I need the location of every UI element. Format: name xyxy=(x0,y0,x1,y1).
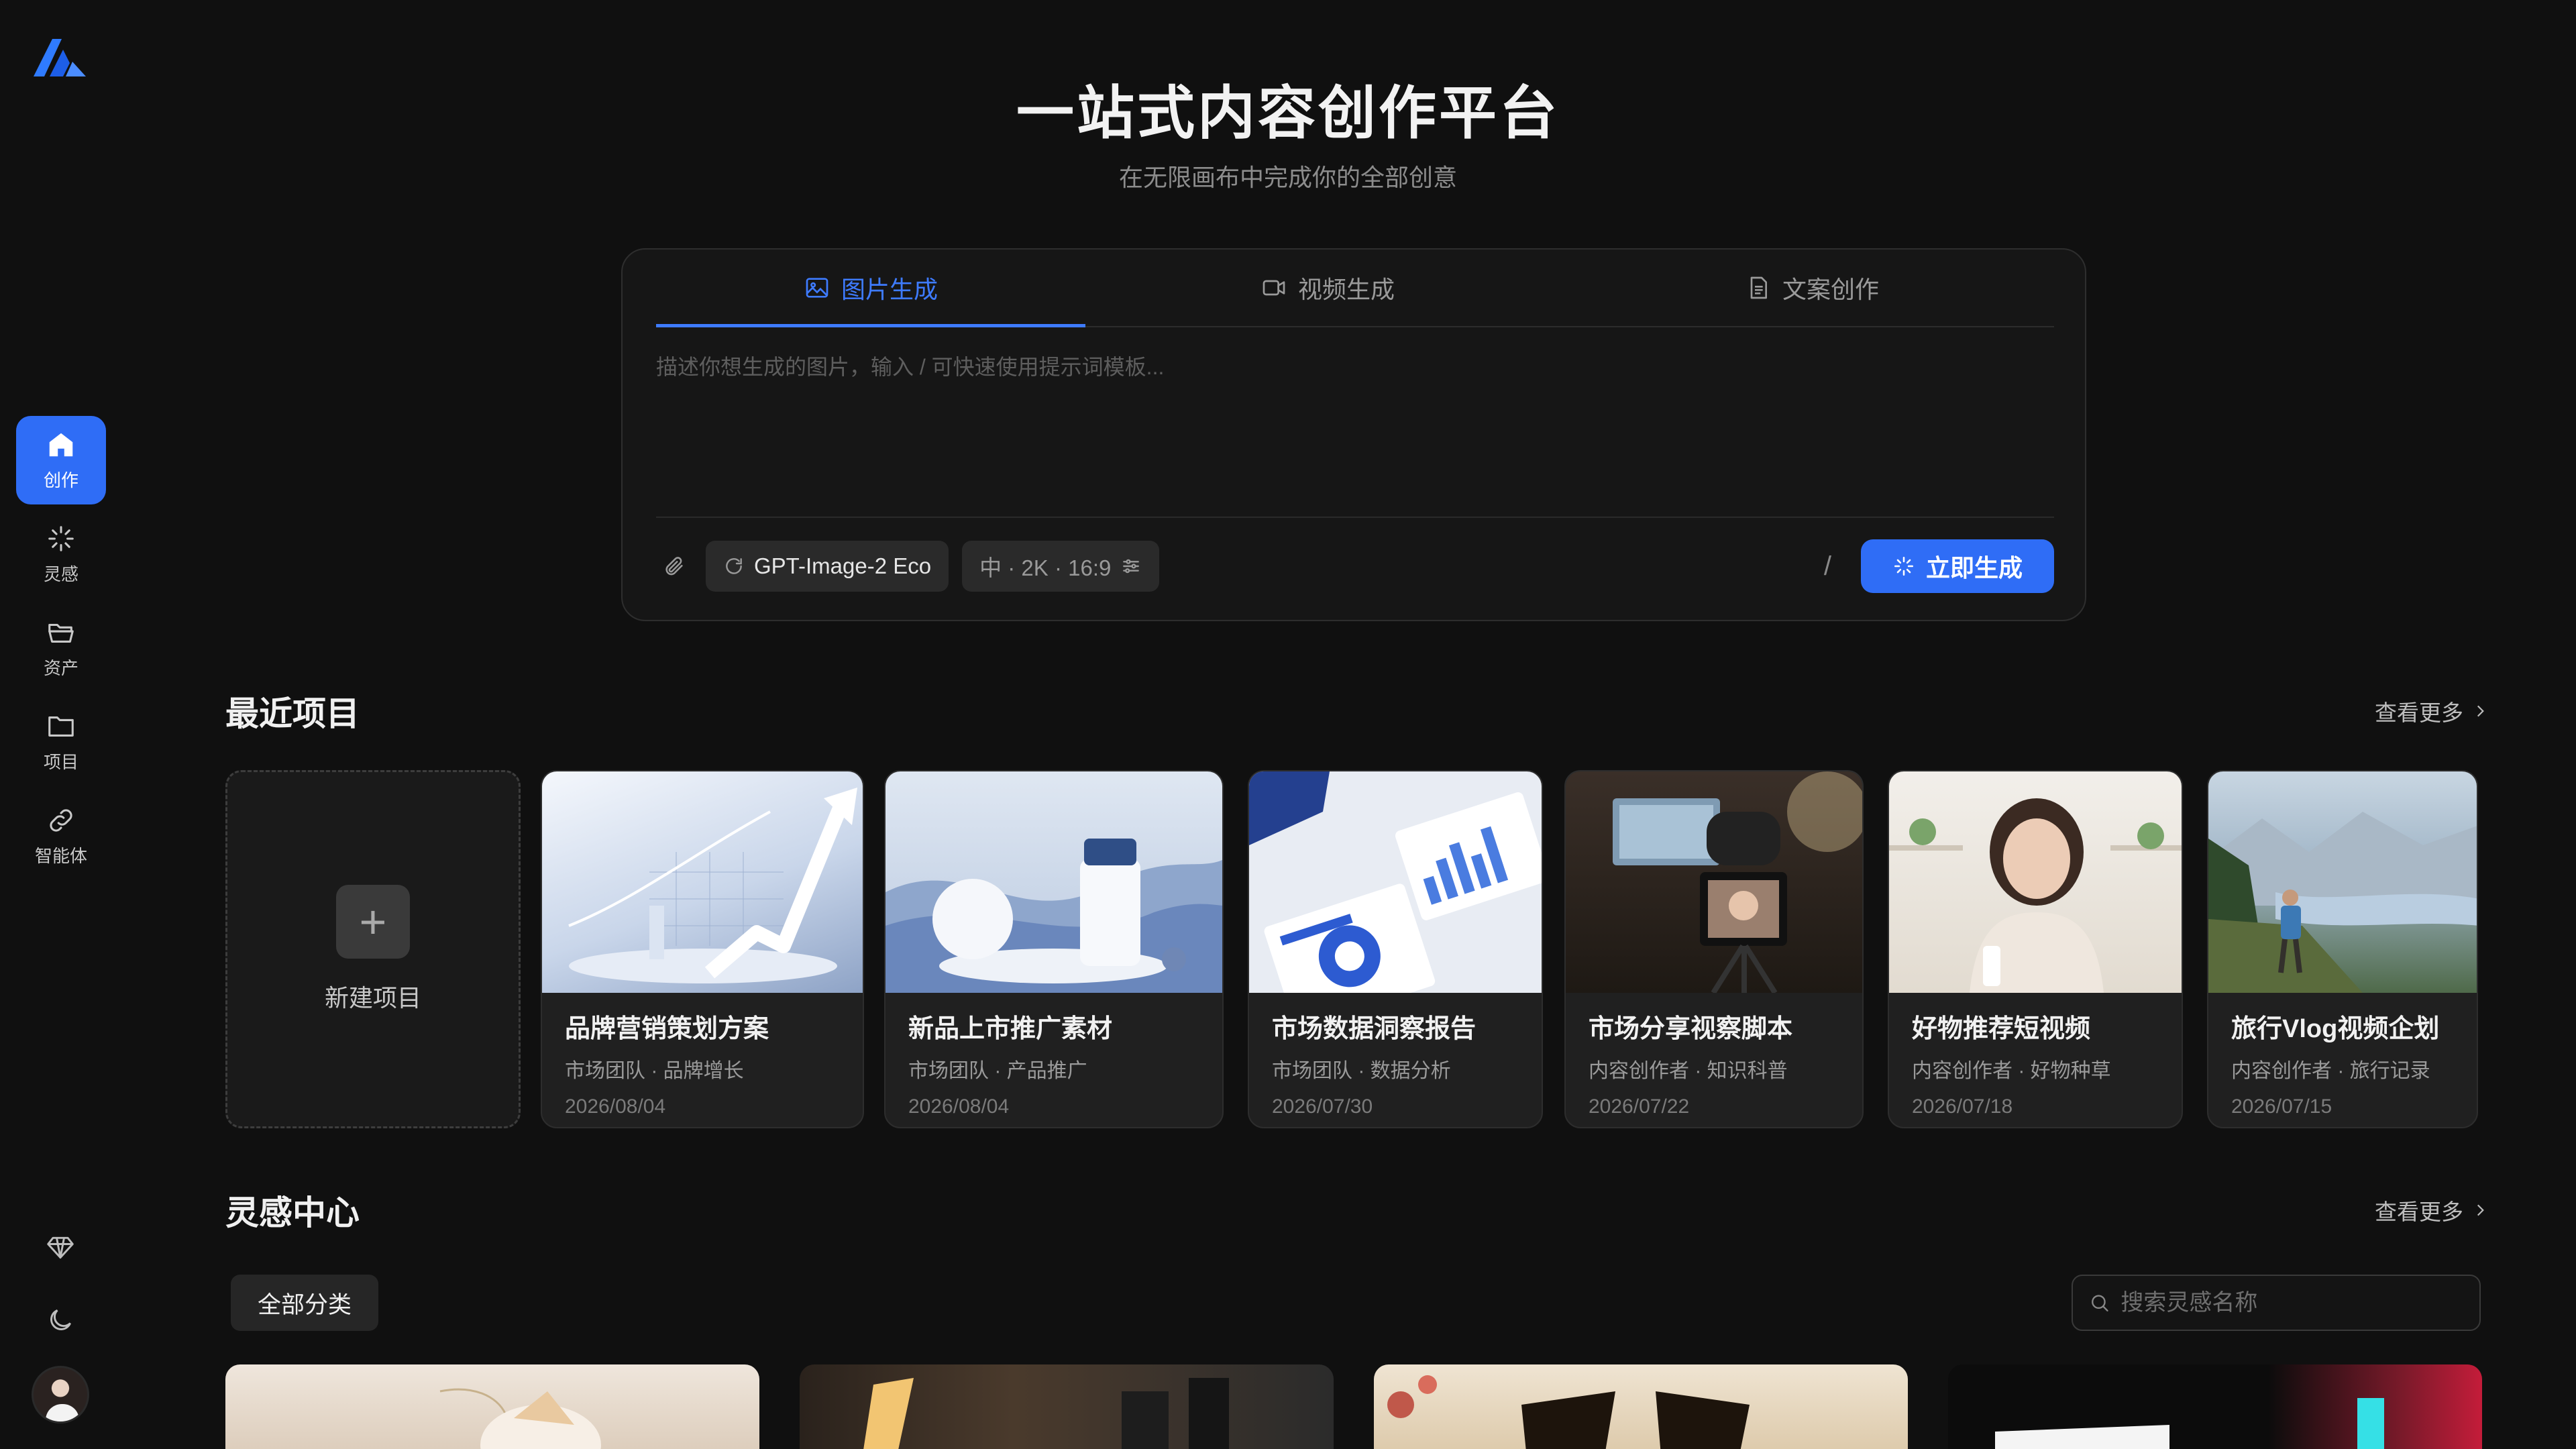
video-icon xyxy=(1263,280,1285,296)
project-thumbnail xyxy=(885,771,1222,993)
project-card[interactable]: 好物推荐短视频 内容创作者 · 好物种草 2026/07/18 xyxy=(1888,770,2183,1128)
project-card[interactable]: 旅行Vlog视频企划 内容创作者 · 旅行记录 2026/07/15 xyxy=(2207,770,2478,1128)
plus-icon: + xyxy=(336,885,410,959)
prompt-input[interactable] xyxy=(656,350,2054,498)
sidebar-nav: 创作 灵感 资产 项目 智能体 xyxy=(16,416,106,880)
sparkle-icon xyxy=(48,525,74,551)
project-date: 2026/07/18 xyxy=(1912,1095,2013,1118)
project-date: 2026/07/22 xyxy=(1589,1095,1690,1118)
project-card[interactable]: 品牌营销策划方案 市场团队 · 品牌增长 2026/08/04 xyxy=(541,770,864,1128)
project-thumbnail xyxy=(1889,771,2182,993)
recent-projects-title: 最近项目 xyxy=(225,695,360,733)
project-date: 2026/08/04 xyxy=(908,1095,1010,1118)
sidebar-item-create[interactable]: 创作 xyxy=(16,416,106,504)
sidebar-item-projects[interactable]: 项目 xyxy=(16,698,106,786)
project-meta: 内容创作者 · 好物种草 xyxy=(1912,1060,2111,1082)
project-thumbnail xyxy=(1566,771,1862,993)
project-thumbnail xyxy=(542,771,863,993)
project-title: 好物推荐短视频 xyxy=(1912,1015,2091,1043)
model-name: GPT-Image-2 Eco xyxy=(754,553,932,578)
project-date: 2026/07/15 xyxy=(2231,1095,2332,1118)
search-icon xyxy=(2092,1295,2108,1311)
diamond-icon xyxy=(47,1236,74,1259)
moon-icon xyxy=(50,1309,72,1330)
project-title: 旅行Vlog视频企划 xyxy=(2231,1015,2440,1043)
inspiration-card[interactable] xyxy=(1948,1364,2482,1449)
recent-see-more-link[interactable]: 查看更多 xyxy=(2375,695,2489,727)
project-card[interactable]: 市场分享视察脚本 内容创作者 · 知识科普 2026/07/22 xyxy=(1564,770,1864,1128)
paperclip-icon xyxy=(665,557,683,576)
project-title: 新品上市推广素材 xyxy=(908,1015,1113,1043)
inspiration-card[interactable] xyxy=(225,1364,759,1449)
link-icon xyxy=(50,808,72,832)
project-date: 2026/07/30 xyxy=(1272,1095,1373,1118)
attach-button[interactable] xyxy=(656,548,692,584)
sidebar-item-label: 资产 xyxy=(43,657,78,678)
tab-label: 图片生成 xyxy=(841,276,938,303)
tab-label: 文案创作 xyxy=(1782,276,1879,303)
project-date: 2026/08/04 xyxy=(565,1095,666,1118)
settings-summary: 中 · 2K · 16:9 xyxy=(979,555,1112,580)
generation-settings[interactable]: 中 · 2K · 16:9 xyxy=(962,541,1160,592)
project-card[interactable]: 新品上市推广素材 市场团队 · 产品推广 2026/08/04 xyxy=(884,770,1224,1128)
home-icon xyxy=(49,433,73,456)
project-title: 市场分享视察脚本 xyxy=(1589,1015,1793,1043)
tab-copywriting[interactable]: 文案创作 xyxy=(1570,250,2054,326)
theme-toggle-button[interactable] xyxy=(0,1305,121,1335)
new-project-label: 新建项目 xyxy=(324,984,421,1012)
generate-label: 立即生成 xyxy=(1925,554,2023,582)
avatar[interactable] xyxy=(32,1366,89,1424)
sidebar-item-label: 智能体 xyxy=(34,845,87,866)
sidebar-item-label: 灵感 xyxy=(43,564,78,584)
sidebar-item-inspiration[interactable]: 灵感 xyxy=(16,510,106,598)
sidebar-item-label: 项目 xyxy=(43,751,78,772)
see-more-label: 查看更多 xyxy=(2375,1199,2463,1224)
page-subtitle: 在无限画布中完成你的全部创意 xyxy=(1118,164,1457,191)
project-title: 品牌营销策划方案 xyxy=(565,1015,769,1043)
project-thumbnail xyxy=(2208,771,2477,993)
composer-panel: 图片生成 视频生成 文案创作 GPT-Image-2 Eco xyxy=(621,248,2086,621)
sidebar-item-assets[interactable]: 资产 xyxy=(16,604,106,692)
image-icon xyxy=(806,278,828,298)
project-title: 市场数据洞察报告 xyxy=(1272,1015,1477,1043)
chevron-right-icon xyxy=(2477,1204,2484,1216)
project-meta: 内容创作者 · 旅行记录 xyxy=(2231,1060,2430,1082)
refresh-icon xyxy=(726,558,742,574)
project-thumbnail xyxy=(1249,771,1542,993)
project-meta: 内容创作者 · 知识科普 xyxy=(1589,1060,1788,1082)
model-selector[interactable]: GPT-Image-2 Eco xyxy=(706,541,949,592)
tab-image-generation[interactable]: 图片生成 xyxy=(656,250,1085,327)
tab-video-generation[interactable]: 视频生成 xyxy=(1085,250,1570,326)
sliders-icon xyxy=(1123,559,1140,574)
sidebar-item-agents[interactable]: 智能体 xyxy=(16,792,106,880)
composer-divider xyxy=(656,517,2054,518)
generate-button[interactable]: 立即生成 xyxy=(1861,539,2054,593)
sparkle-icon xyxy=(1894,556,1914,576)
folder-icon xyxy=(48,716,74,737)
category-filter-all[interactable]: 全部分类 xyxy=(231,1275,379,1331)
project-meta: 市场团队 · 数据分析 xyxy=(1272,1060,1451,1082)
project-meta: 市场团队 · 品牌增长 xyxy=(565,1060,744,1082)
inspiration-card[interactable] xyxy=(800,1364,1334,1449)
sidebar-item-label: 创作 xyxy=(43,470,78,490)
see-more-label: 查看更多 xyxy=(2375,700,2463,725)
upgrade-button[interactable] xyxy=(0,1233,121,1263)
search-input[interactable] xyxy=(2121,1289,2463,1316)
composer-tabs: 图片生成 视频生成 文案创作 xyxy=(656,250,2054,327)
page-title: 一站式内容创作平台 xyxy=(1016,81,1560,146)
sidebar: 创作 灵感 资产 项目 智能体 xyxy=(0,0,121,1449)
chevron-right-icon xyxy=(2477,705,2484,717)
slash-hint: / xyxy=(1823,551,1831,581)
inspiration-card[interactable] xyxy=(1374,1364,1908,1449)
inspiration-search[interactable] xyxy=(2072,1275,2481,1331)
inspiration-title: 灵感中心 xyxy=(225,1194,360,1232)
composer-toolbar: GPT-Image-2 Eco 中 · 2K · 16:9 / 立即生成 xyxy=(656,539,2054,593)
project-card[interactable]: 市场数据洞察报告 市场团队 · 数据分析 2026/07/30 xyxy=(1248,770,1543,1128)
inspiration-see-more-link[interactable]: 查看更多 xyxy=(2375,1194,2489,1226)
document-icon xyxy=(1750,276,1767,299)
project-meta: 市场团队 · 产品推广 xyxy=(908,1060,1087,1082)
tab-label: 视频生成 xyxy=(1297,276,1395,303)
new-project-card[interactable]: + 新建项目 xyxy=(225,770,521,1128)
folder-open-icon xyxy=(48,623,74,643)
